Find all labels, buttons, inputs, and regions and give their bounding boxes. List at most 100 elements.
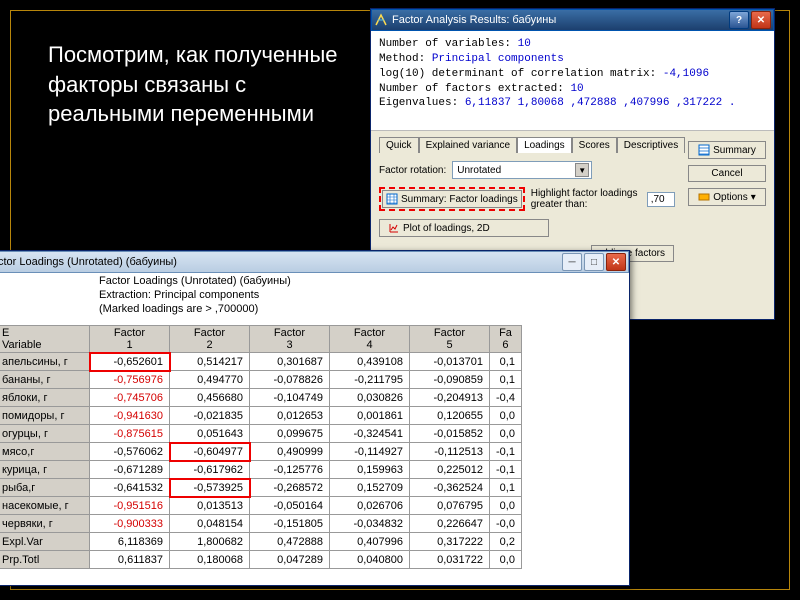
column-header[interactable]: Fa6 [490, 326, 522, 353]
summary-icon [698, 144, 710, 156]
cell: -0,0 [490, 515, 522, 533]
factor-loadings-window: ctor Loadings (Unrotated) (бабуины) ─ □ … [0, 250, 630, 586]
cell: -0,362524 [410, 479, 490, 497]
table-row[interactable]: яблоки, г-0,7457060,456680-0,1047490,030… [0, 389, 521, 407]
cell: 0,456680 [170, 389, 250, 407]
options-button[interactable]: Options ▾ [688, 188, 766, 206]
cell: -0,900333 [90, 515, 170, 533]
cell: -0,1 [490, 461, 522, 479]
cell: 0,490999 [250, 443, 330, 461]
tab-descriptives[interactable]: Descriptives [617, 137, 685, 153]
table-row[interactable]: червяки, г-0,9003330,048154-0,151805-0,0… [0, 515, 521, 533]
row-variable: курица, г [0, 461, 90, 479]
plot-loadings-2d-button[interactable]: Plot of loadings, 2D [379, 219, 549, 237]
table-row[interactable]: апельсины, г-0,6526010,5142170,3016870,4… [0, 353, 521, 371]
help-button[interactable]: ? [729, 11, 749, 29]
table-row[interactable]: бананы, г-0,7569760,494770-0,078826-0,21… [0, 371, 521, 389]
cell: 0,180068 [170, 551, 250, 569]
table-row[interactable]: Expl.Var6,1183691,8006820,4728880,407996… [0, 533, 521, 551]
cell: 0,472888 [250, 533, 330, 551]
corner-cell: EVariable [0, 326, 90, 353]
maximize-button[interactable]: □ [584, 253, 604, 271]
close-button[interactable]: ✕ [751, 11, 771, 29]
tab-quick[interactable]: Quick [379, 137, 419, 153]
cell: 0,1 [490, 371, 522, 389]
tab-explained-variance[interactable]: Explained variance [419, 137, 518, 153]
row-variable: Prp.Totl [0, 551, 90, 569]
cell: 0,225012 [410, 461, 490, 479]
cell: 0,040800 [330, 551, 410, 569]
table-header-text: Factor Loadings (Unrotated) (бабуины) Ex… [95, 273, 295, 318]
cell: -0,050164 [250, 497, 330, 515]
column-header[interactable]: Factor3 [250, 326, 330, 353]
table-row[interactable]: Prp.Totl0,6118370,1800680,0472890,040800… [0, 551, 521, 569]
cell: 0,0 [490, 497, 522, 515]
row-variable: червяки, г [0, 515, 90, 533]
table-row[interactable]: рыба,г-0,641532-0,573925-0,2685720,15270… [0, 479, 521, 497]
app-icon [374, 13, 388, 27]
cell: 0,120655 [410, 407, 490, 425]
cell: -0,1 [490, 443, 522, 461]
cell: 0,051643 [170, 425, 250, 443]
cell: -0,151805 [250, 515, 330, 533]
column-header[interactable]: Factor4 [330, 326, 410, 353]
minimize-button[interactable]: ─ [562, 253, 582, 271]
row-variable: рыба,г [0, 479, 90, 497]
results-titlebar[interactable]: Factor Analysis Results: бабуины ? ✕ [371, 9, 774, 31]
cell: -0,125776 [250, 461, 330, 479]
summary-factor-loadings-button[interactable]: Summary: Factor loadings [382, 190, 522, 208]
cell: 0,514217 [170, 353, 250, 371]
cell: -0,875615 [90, 425, 170, 443]
row-variable: бананы, г [0, 371, 90, 389]
cell: -0,015852 [410, 425, 490, 443]
cell: -0,573925 [170, 479, 250, 497]
table-icon [386, 193, 398, 205]
cell: 0,047289 [250, 551, 330, 569]
row-variable: апельсины, г [0, 353, 90, 371]
close-button[interactable]: ✕ [606, 253, 626, 271]
table-row[interactable]: мясо,г-0,576062-0,6049770,490999-0,11492… [0, 443, 521, 461]
table-row[interactable]: курица, г-0,671289-0,617962-0,1257760,15… [0, 461, 521, 479]
cancel-button[interactable]: Cancel [688, 165, 766, 182]
row-variable: помидоры, г [0, 407, 90, 425]
tab-scores[interactable]: Scores [572, 137, 617, 153]
tab-loadings[interactable]: Loadings [517, 137, 572, 153]
loadings-titlebar[interactable]: ctor Loadings (Unrotated) (бабуины) ─ □ … [0, 251, 629, 273]
cell: -0,021835 [170, 407, 250, 425]
table-row[interactable]: помидоры, г-0,941630-0,0218350,0126530,0… [0, 407, 521, 425]
cell: -0,951516 [90, 497, 170, 515]
cell: -0,641532 [90, 479, 170, 497]
cell: 0,001861 [330, 407, 410, 425]
highlight-threshold-input[interactable] [647, 192, 675, 207]
cell: 0,611837 [90, 551, 170, 569]
slide-heading: Посмотрим, как полученные факторы связан… [48, 40, 358, 129]
cell: 0,0 [490, 407, 522, 425]
cell: -0,090859 [410, 371, 490, 389]
cell: 0,1 [490, 353, 522, 371]
column-header[interactable]: Factor5 [410, 326, 490, 353]
cell: -0,112513 [410, 443, 490, 461]
table-row[interactable]: насекомые, г-0,9515160,013513-0,0501640,… [0, 497, 521, 515]
column-header[interactable]: Factor1 [90, 326, 170, 353]
cell: 0,226647 [410, 515, 490, 533]
cell: -0,617962 [170, 461, 250, 479]
table-row[interactable]: огурцы, г-0,8756150,0516430,099675-0,324… [0, 425, 521, 443]
column-header[interactable]: Factor2 [170, 326, 250, 353]
cell: -0,4 [490, 389, 522, 407]
cell: -0,078826 [250, 371, 330, 389]
cell: -0,204913 [410, 389, 490, 407]
cell: -0,652601 [90, 353, 170, 371]
row-variable: мясо,г [0, 443, 90, 461]
cell: 0,026706 [330, 497, 410, 515]
cell: -0,671289 [90, 461, 170, 479]
cell: 0,031722 [410, 551, 490, 569]
row-variable: насекомые, г [0, 497, 90, 515]
summary-button[interactable]: Summary [688, 141, 766, 159]
highlight-label: Highlight factor loadings greater than: [531, 188, 641, 210]
cell: -0,941630 [90, 407, 170, 425]
rotation-combo[interactable]: Unrotated ▼ [452, 161, 592, 179]
cell: -0,034832 [330, 515, 410, 533]
cell: -0,324541 [330, 425, 410, 443]
cell: -0,268572 [250, 479, 330, 497]
cell: -0,745706 [90, 389, 170, 407]
